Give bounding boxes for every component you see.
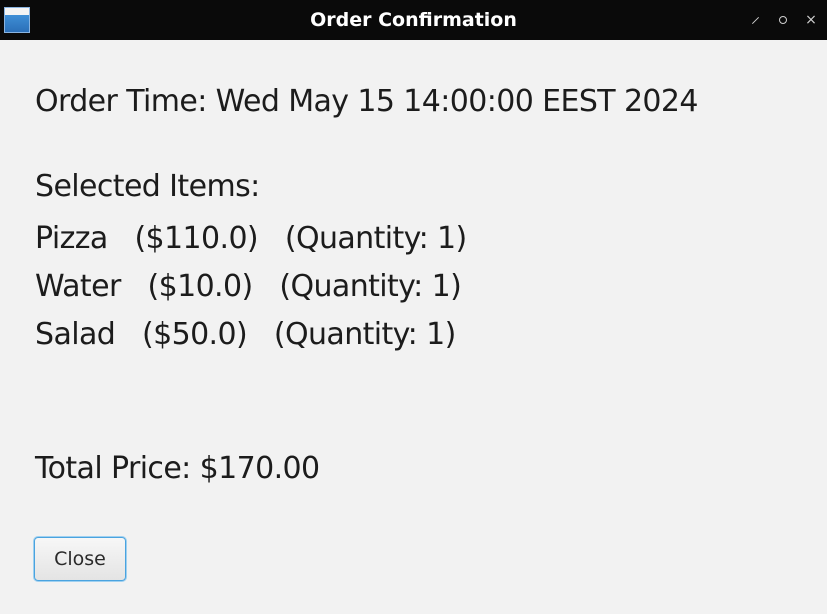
- window-controls: ×: [749, 0, 817, 40]
- list-item: Pizza ($110.0) (Quantity: 1): [35, 221, 467, 256]
- order-time-label: Order Time: Wed May 15 14:00:00 EEST 202…: [35, 84, 699, 119]
- order-confirmation-window: Order Confirmation × Order Time: Wed May…: [0, 0, 827, 614]
- list-item: Salad ($50.0) (Quantity: 1): [35, 317, 456, 352]
- restore-icon[interactable]: [749, 14, 761, 26]
- maximize-icon[interactable]: [777, 14, 789, 26]
- app-window-icon: [4, 7, 30, 33]
- total-price-label: Total Price: $170.00: [35, 451, 320, 486]
- list-item: Water ($10.0) (Quantity: 1): [35, 269, 462, 304]
- selected-items-heading: Selected Items:: [35, 169, 260, 204]
- title-bar[interactable]: Order Confirmation ×: [0, 0, 827, 40]
- close-button[interactable]: Close: [34, 537, 126, 581]
- close-icon[interactable]: ×: [805, 13, 817, 27]
- window-title: Order Confirmation: [310, 9, 517, 31]
